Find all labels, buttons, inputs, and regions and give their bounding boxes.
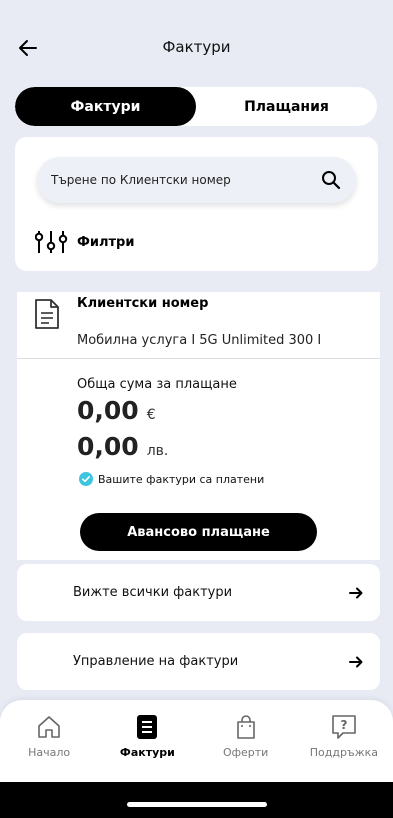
amount-eur: 0,00	[77, 396, 139, 425]
arrow-right-icon	[349, 587, 363, 598]
paid-status: Вашите фактури са платени	[79, 472, 264, 486]
shopping-bag-icon	[236, 715, 255, 739]
amount-bgn: 0,00	[77, 432, 139, 461]
manage-invoices-link[interactable]: Управление на фактури	[17, 633, 380, 690]
nav-support[interactable]: ? Поддръжка	[295, 700, 393, 782]
currency-bgn: лв.	[146, 443, 169, 459]
nav-invoices-label: Фактури	[119, 746, 175, 759]
paid-status-text: Вашите фактури са платени	[98, 472, 265, 486]
divider	[17, 358, 380, 359]
account-card: Клиентски номер Мобилна услуга I 5G Unli…	[17, 292, 380, 560]
arrow-right-icon	[349, 656, 363, 667]
search-card: Филтри	[15, 137, 378, 271]
view-all-invoices-link[interactable]: Вижте всички фактури	[17, 564, 380, 621]
document-icon	[35, 299, 59, 329]
search-box[interactable]	[37, 157, 356, 203]
nav-support-label: Поддръжка	[309, 746, 378, 759]
header: Фактури	[0, 0, 393, 90]
nav-invoices[interactable]: Фактури	[98, 700, 196, 782]
invoice-icon	[137, 715, 158, 739]
amount-eur-row: 0,00 €	[77, 396, 156, 425]
view-all-invoices-label: Вижте всички фактури	[73, 585, 233, 600]
nav-home[interactable]: Начало	[0, 700, 98, 782]
manage-invoices-label: Управление на фактури	[73, 654, 239, 669]
nav-offers[interactable]: Оферти	[197, 700, 295, 782]
help-icon: ?	[332, 715, 356, 739]
svg-text:?: ?	[340, 718, 347, 732]
search-icon[interactable]	[320, 169, 342, 191]
tab-switcher: Фактури Плащания	[15, 87, 377, 126]
filters-label: Филтри	[77, 234, 135, 250]
page-title: Фактури	[162, 38, 231, 56]
nav-home-label: Начало	[28, 746, 71, 759]
home-indicator[interactable]	[127, 802, 267, 807]
sliders-icon	[35, 231, 68, 253]
system-home-area	[0, 782, 393, 818]
nav-offers-label: Оферти	[222, 746, 269, 759]
filters-button[interactable]: Филтри	[35, 229, 134, 255]
check-circle-icon	[79, 472, 93, 486]
advance-payment-button[interactable]: Авансово плащане	[80, 513, 317, 551]
currency-eur: €	[146, 407, 156, 423]
search-input[interactable]	[51, 173, 320, 187]
account-service: Мобилна услуга I 5G Unlimited 300 I	[77, 333, 322, 348]
bottom-nav: Начало Фактури Оферти ? Поддръжка	[0, 700, 393, 782]
account-title: Клиентски номер	[77, 296, 209, 311]
total-label: Обща сума за плащане	[77, 377, 237, 392]
tab-payments[interactable]: Плащания	[196, 87, 377, 126]
tab-invoices[interactable]: Фактури	[15, 87, 196, 126]
amount-bgn-row: 0,00 лв.	[77, 432, 168, 461]
home-icon	[38, 716, 60, 738]
